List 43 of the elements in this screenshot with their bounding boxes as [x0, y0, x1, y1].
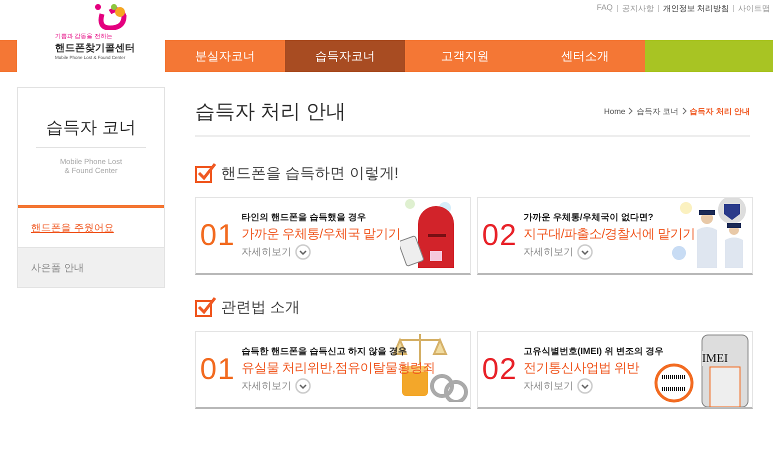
breadcrumb-item[interactable]: 습득자 코너	[636, 106, 679, 116]
chevron-down-icon[interactable]	[295, 244, 312, 260]
chevron-down-icon[interactable]	[295, 378, 312, 394]
checkbox-check-icon	[195, 297, 217, 317]
nav-tab[interactable]: 분실자코너	[165, 40, 285, 72]
nav-tab[interactable]: 습득자코너	[285, 40, 405, 72]
nav-tab[interactable]: 고객지원	[405, 40, 525, 72]
imei-label: IMEI	[702, 351, 728, 366]
step-number: 01	[200, 354, 236, 384]
card-title: 유실물 처리위반,점유이탈물횡령죄	[241, 359, 436, 377]
chevron-down-icon[interactable]	[577, 378, 594, 394]
nav-tab[interactable]: 센터소개	[525, 40, 645, 72]
card-title: 지구대/파출소/경찰서에 맡기기	[523, 225, 696, 243]
breadcrumb-item: 습득자 처리 안내	[690, 106, 750, 116]
section-heading: 관련법 소개	[221, 298, 300, 316]
step-number: 02	[482, 220, 518, 250]
more-link[interactable]: 자세히보기	[241, 379, 292, 393]
top-link[interactable]: 개인정보 처리방침	[662, 3, 729, 14]
card-subtitle: 가까운 우체통/우체국이 없다면?	[523, 211, 654, 224]
chevron-down-icon[interactable]	[577, 244, 594, 260]
step-number: 02	[482, 354, 518, 384]
card-subtitle: 고유식별번호(IMEI) 위 변조의 경우	[523, 345, 664, 358]
more-link[interactable]: 자세히보기	[523, 245, 574, 259]
page-title: 습득자 처리 안내	[195, 100, 346, 124]
step-number: 01	[200, 220, 236, 250]
card-title: 가까운 우체통/우체국 맡기기	[241, 225, 401, 243]
chevron-right-icon	[628, 107, 634, 115]
sidebar-title: 습득자 코너	[36, 116, 146, 148]
top-link[interactable]: FAQ	[596, 3, 613, 12]
card-subtitle: 습득한 핸드폰을 습득신고 하지 않을 경우	[241, 345, 408, 358]
section-heading: 핸드폰을 습득하면 이렇게!	[221, 164, 399, 182]
logo-text: 핸드폰찾기콜센터	[55, 42, 135, 55]
top-link[interactable]: 사이트맵	[738, 3, 770, 14]
nav-bar-strip	[0, 40, 17, 72]
top-link[interactable]: 공지사항	[622, 3, 654, 14]
checkbox-check-icon	[195, 163, 217, 183]
card-subtitle: 타인의 핸드폰을 습득했을 경우	[241, 211, 367, 224]
more-link[interactable]: 자세히보기	[241, 245, 292, 259]
chevron-right-icon	[682, 107, 687, 115]
card-title: 전기통신사업법 위반	[523, 359, 640, 377]
sidebar-item[interactable]: 사은품 안내	[18, 247, 164, 287]
breadcrumb-item[interactable]: Home	[604, 106, 626, 116]
more-link[interactable]: 자세히보기	[523, 379, 574, 393]
